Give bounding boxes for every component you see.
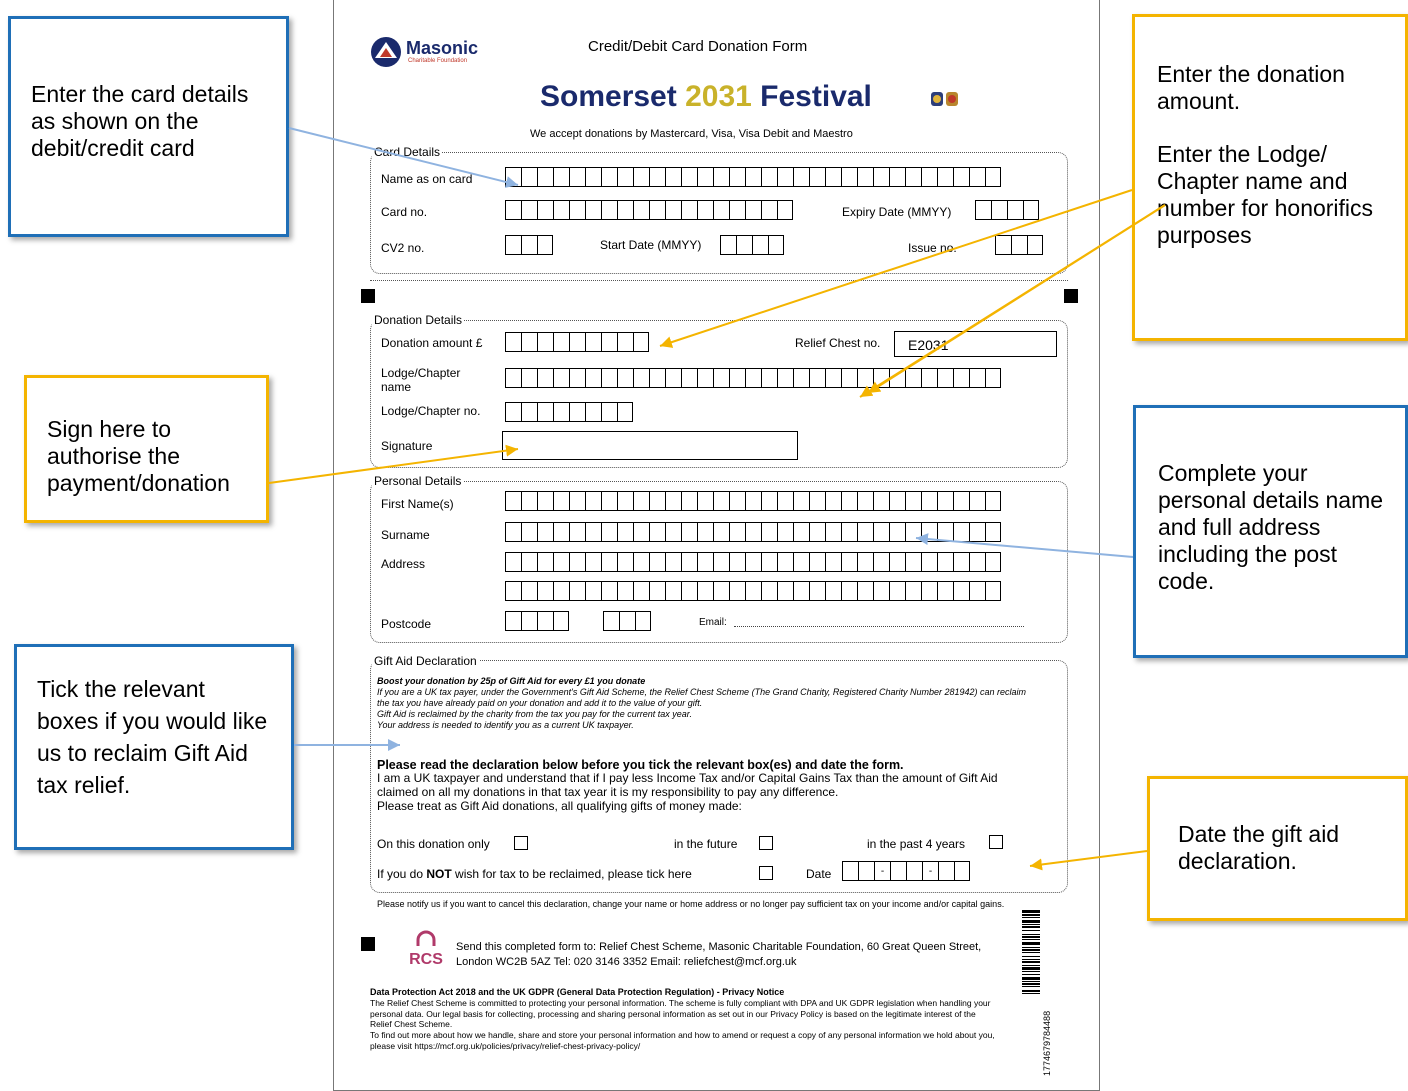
connector-donation-amount <box>659 189 1133 348</box>
connector-signature <box>268 444 519 484</box>
connector-card <box>288 127 519 188</box>
connector-lodge-2 <box>859 204 1166 398</box>
callout-connectors <box>268 127 1166 871</box>
connector-date <box>1029 850 1148 871</box>
connector-personal <box>915 533 1134 558</box>
